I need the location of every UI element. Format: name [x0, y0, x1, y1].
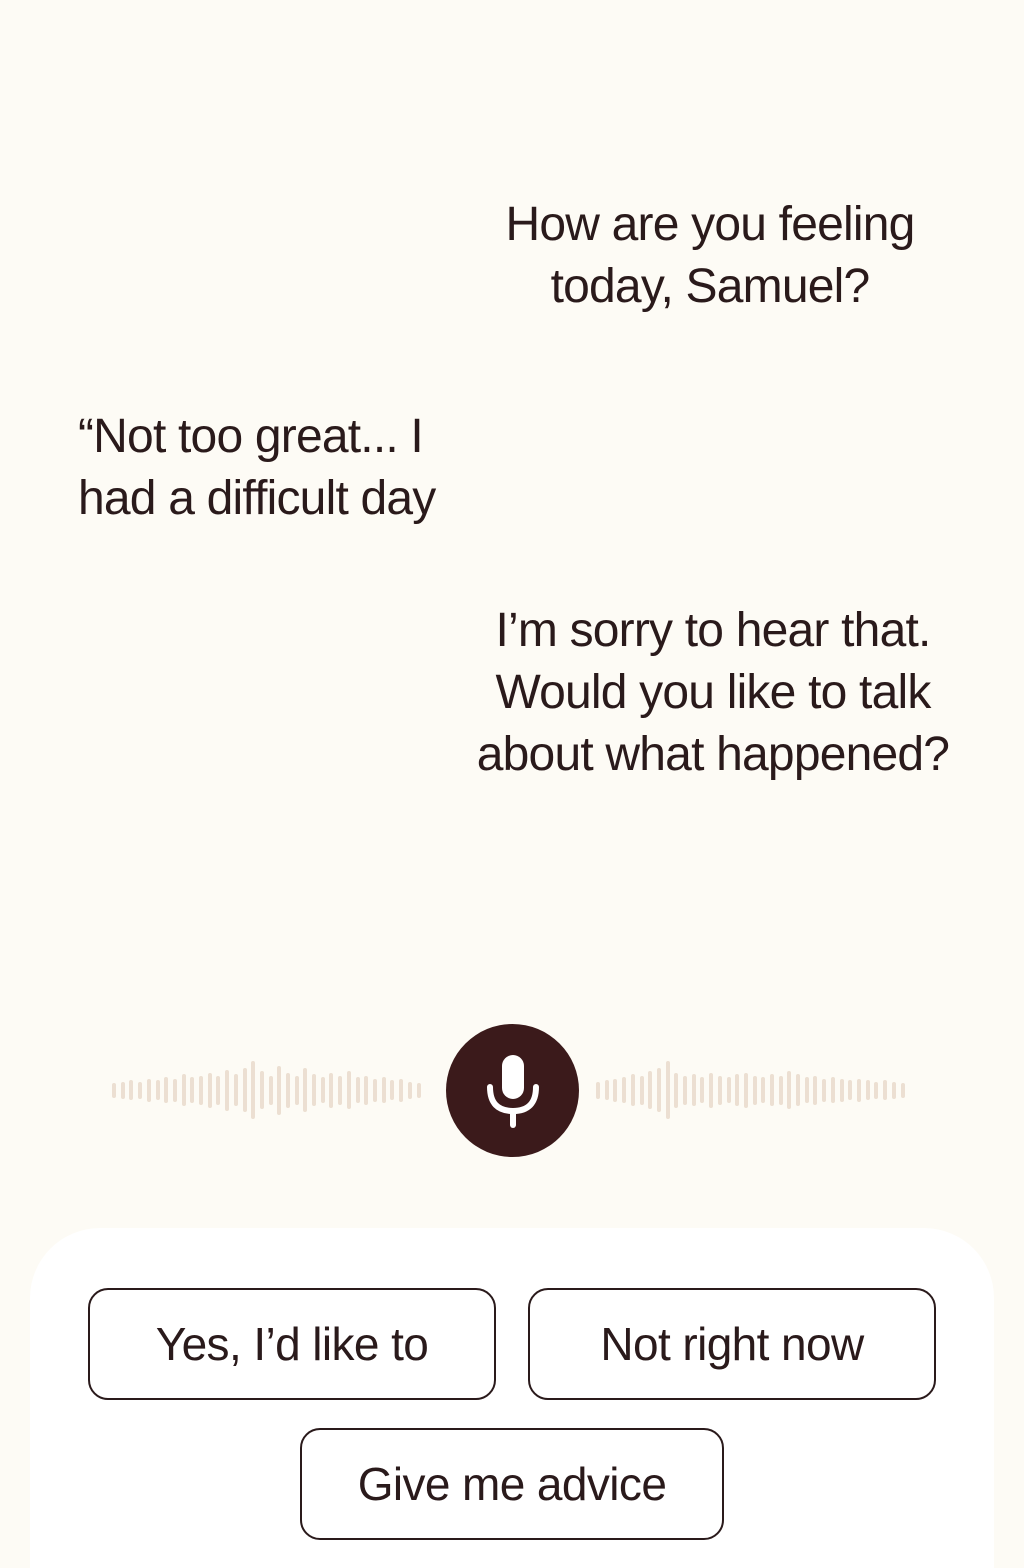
- waveform-bar: [840, 1078, 844, 1102]
- waveform-bar: [173, 1078, 177, 1102]
- waveform-bar: [356, 1077, 360, 1103]
- waveform-bar: [753, 1075, 757, 1105]
- waveform-bar: [199, 1075, 203, 1105]
- waveform-bar: [631, 1074, 635, 1106]
- waveform-bar: [727, 1077, 731, 1103]
- assistant-message: How are you feeling today, Samuel?: [470, 194, 950, 318]
- waveform-bar: [417, 1082, 421, 1098]
- message-line: I’m sorry to hear that.: [495, 604, 931, 657]
- waveform-bar: [709, 1072, 713, 1108]
- message-line: about what happened?: [476, 728, 950, 781]
- waveform-bar: [796, 1074, 800, 1106]
- waveform-bar: [857, 1078, 861, 1102]
- waveform-bar: [408, 1081, 412, 1099]
- yes-reply-button[interactable]: Yes, I’d like to: [88, 1288, 496, 1400]
- waveform-bar: [156, 1080, 160, 1100]
- waveform-bar: [901, 1082, 905, 1098]
- waveform-bar: [251, 1061, 255, 1119]
- waveform-bar: [208, 1072, 212, 1108]
- waveform-bar: [347, 1071, 351, 1109]
- waveform-bar: [216, 1075, 220, 1105]
- waveform-bar: [373, 1078, 377, 1102]
- waveform-bar: [674, 1072, 678, 1108]
- microphone-button[interactable]: [446, 1024, 579, 1157]
- waveform-bar: [805, 1077, 809, 1103]
- waveform-bar: [813, 1075, 817, 1105]
- waveform-bar: [744, 1072, 748, 1108]
- waveform-bar: [321, 1077, 325, 1103]
- waveform-bar: [770, 1074, 774, 1106]
- waveform-bar: [892, 1081, 896, 1099]
- waveform-bar: [735, 1074, 739, 1106]
- waveform-bar: [666, 1061, 670, 1119]
- waveform-bar: [138, 1081, 142, 1099]
- waveform-bar: [718, 1075, 722, 1105]
- message-line: How are you feeling: [505, 198, 915, 251]
- waveform-bar: [243, 1068, 247, 1112]
- waveform-bar: [312, 1074, 316, 1106]
- message-line: “Not too great... I: [78, 410, 424, 463]
- waveform-bar: [640, 1075, 644, 1105]
- waveform-bar: [164, 1077, 168, 1103]
- waveform-bar: [129, 1080, 133, 1100]
- waveform-bar: [822, 1078, 826, 1102]
- waveform-bar: [182, 1074, 186, 1106]
- assistant-message: I’m sorry to hear that. Would you like to…: [448, 600, 978, 786]
- waveform-bar: [622, 1077, 626, 1103]
- waveform-bar: [683, 1075, 687, 1105]
- not-now-reply-button[interactable]: Not right now: [528, 1288, 936, 1400]
- waveform-bar: [787, 1071, 791, 1109]
- waveform-bar: [364, 1075, 368, 1105]
- message-line: Would you like to talk: [495, 666, 931, 719]
- microphone-icon: [485, 1053, 541, 1129]
- waveform-bar: [286, 1072, 290, 1108]
- user-message: “Not too great... I had a difficult day: [78, 406, 498, 530]
- advice-reply-button[interactable]: Give me advice: [300, 1428, 724, 1540]
- waveform-bar: [761, 1077, 765, 1103]
- waveform-bar: [269, 1075, 273, 1105]
- waveform-bar: [874, 1081, 878, 1099]
- waveform-bar: [147, 1078, 151, 1102]
- waveform-bar: [295, 1075, 299, 1105]
- waveform-bar: [390, 1080, 394, 1100]
- waveform-bar: [260, 1071, 264, 1109]
- waveform-bar: [700, 1077, 704, 1103]
- waveform-bar: [399, 1078, 403, 1102]
- waveform-bar: [692, 1074, 696, 1106]
- quick-replies-sheet: Yes, I’d like to Not right now Give me a…: [30, 1228, 994, 1568]
- waveform-bar: [190, 1077, 194, 1103]
- waveform-bar: [605, 1080, 609, 1100]
- waveform-bar: [648, 1071, 652, 1109]
- waveform-bar: [121, 1081, 125, 1099]
- waveform-bar: [866, 1080, 870, 1100]
- waveform-bar: [329, 1072, 333, 1108]
- waveform-bar: [303, 1068, 307, 1112]
- waveform-bar: [225, 1069, 229, 1111]
- waveform-bar: [112, 1082, 116, 1098]
- waveform-bar: [234, 1074, 238, 1106]
- waveform-bar: [613, 1078, 617, 1102]
- waveform-bar: [277, 1065, 281, 1115]
- message-line: today, Samuel?: [550, 260, 871, 313]
- message-line: had a difficult day: [78, 472, 436, 525]
- waveform-bar: [338, 1075, 342, 1105]
- waveform-bar: [596, 1081, 600, 1099]
- waveform-bar: [382, 1077, 386, 1103]
- waveform-bar: [883, 1080, 887, 1100]
- waveform-bar: [657, 1068, 661, 1112]
- waveform-bar: [848, 1080, 852, 1100]
- voice-input-area: [0, 1020, 1024, 1160]
- waveform-bar: [831, 1077, 835, 1103]
- waveform-bar: [779, 1075, 783, 1105]
